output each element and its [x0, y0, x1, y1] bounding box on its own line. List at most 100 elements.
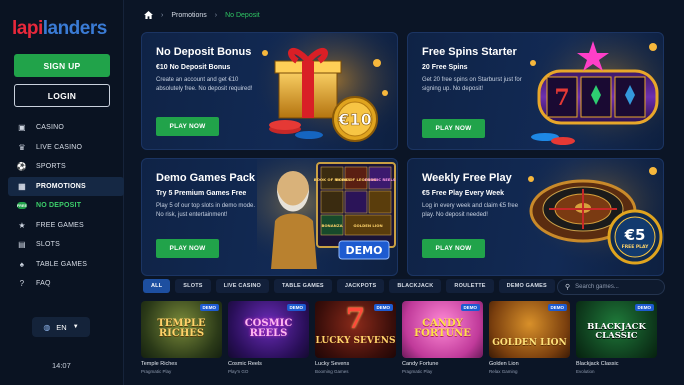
sidebar-item-faq[interactable]: ? FAQ — [8, 274, 124, 294]
sidebar-item-label: CASINO — [36, 124, 65, 132]
question-icon: ? — [19, 279, 25, 289]
promo-subtitle: 20 Free Spins — [422, 64, 468, 71]
search-input[interactable]: ⚲ Search games... — [557, 279, 665, 295]
demo-badge: DEMO — [547, 304, 567, 311]
game-tile-lucky-sevens[interactable]: DEMO 7 LUCKY SEVENS Lucky Sevens Booming… — [315, 301, 396, 374]
demo-badge: DEMO — [286, 304, 306, 311]
breadcrumb-promotions[interactable]: Promotions — [171, 12, 206, 19]
filter-table-games[interactable]: TABLE GAMES — [273, 279, 332, 293]
play-now-button[interactable]: PLAY NOW — [156, 239, 219, 258]
game-thumbnail[interactable]: DEMO COSMIC REELS — [228, 301, 309, 358]
play-now-button[interactable]: PLAY NOW — [422, 119, 485, 138]
slot-machine-art: 7 — [523, 33, 663, 149]
promo-title: Demo Games Pack — [156, 172, 256, 184]
game-thumbnail[interactable]: DEMO 7 LUCKY SEVENS — [315, 301, 396, 358]
demo-badge: DEMO — [460, 304, 480, 311]
filter-blackjack[interactable]: BLACKJACK — [389, 279, 442, 293]
chevron-down-icon: ▼ — [72, 324, 79, 330]
promo-card-weekly-free-play[interactable]: €5 FREE PLAY Weekly Free Play €5 Free Pl… — [407, 158, 664, 276]
promo-description: Play 5 of our top slots in demo mode. No… — [156, 203, 256, 218]
game-tile-cosmic-reels[interactable]: DEMO COSMIC REELS Cosmic Reels Play'n GO — [228, 301, 309, 374]
game-thumbnail[interactable]: DEMO BLACKJACK CLASSIC — [576, 301, 657, 358]
promo-title: Weekly Free Play — [422, 172, 512, 184]
promo-title: Free Spins Starter — [422, 46, 517, 58]
ten-euro-coin-text: €10 — [337, 110, 371, 129]
game-name: Blackjack Classic — [576, 361, 619, 367]
filter-roulette[interactable]: ROULETTE — [446, 279, 494, 293]
brand-logo[interactable]: lapilanders — [12, 18, 107, 40]
game-art-title: CANDY FORTUNE — [414, 318, 471, 339]
promo-title: No Deposit Bonus — [156, 46, 252, 58]
promo-card-demo-games-pack[interactable]: BOOK OF RICHES BOOK OF LEGENDS COSMIC RE… — [141, 158, 398, 276]
sidebar-item-label: SLOTS — [36, 241, 60, 249]
game-name: Lucky Sevens — [315, 361, 350, 367]
slots-icon: ▤ — [18, 240, 26, 250]
gift-box-art: €10 — [257, 33, 397, 149]
signup-button[interactable]: SIGN UP — [14, 54, 110, 77]
game-art-title: GOLDEN LION — [492, 338, 567, 348]
free-badge-icon: FREE — [16, 202, 28, 210]
sidebar-item-label: FREE GAMES — [36, 221, 84, 229]
game-thumbnail[interactable]: DEMO CANDY FORTUNE — [402, 301, 483, 358]
promo-card-no-deposit-bonus[interactable]: €10 No Deposit Bonus €10 No Deposit Bonu… — [141, 32, 398, 150]
filter-all[interactable]: ALL — [143, 279, 171, 293]
slot-machine-icon: ▣ — [18, 123, 26, 133]
game-name: Temple Riches — [141, 361, 178, 367]
filter-slots[interactable]: SLOTS — [175, 279, 211, 293]
tile-bonanza: BONANZA — [321, 223, 342, 228]
play-now-button[interactable]: PLAY NOW — [422, 239, 485, 258]
sidebar-item-promotions[interactable]: ▦ PROMOTIONS — [8, 176, 124, 196]
sidebar-item-no-deposit[interactable]: FREE NO DEPOSIT — [8, 196, 124, 216]
home-icon[interactable] — [144, 11, 153, 19]
breadcrumb-separator: › — [214, 11, 218, 19]
game-provider: Pragmatic Play — [141, 369, 172, 374]
game-art-title: TEMPLE RICHES — [157, 318, 206, 339]
promo-card-free-spins-starter[interactable]: 7 Free Spins Starter 20 Free Spins Get 2… — [407, 32, 664, 150]
sidebar-item-free-games[interactable]: ★ FREE GAMES — [8, 216, 124, 236]
search-placeholder: Search games... — [575, 284, 619, 290]
filter-jackpots[interactable]: JACKPOTS — [336, 279, 385, 293]
game-provider: Relax Gaming — [489, 369, 518, 374]
game-tile-blackjack-classic[interactable]: DEMO BLACKJACK CLASSIC Blackjack Classic… — [576, 301, 657, 374]
sidebar-item-label: FAQ — [36, 280, 51, 288]
login-button[interactable]: LOGIN — [14, 84, 110, 107]
promo-subtitle: €10 No Deposit Bonus — [156, 64, 231, 71]
tile-golden-lion: GOLDEN LION — [353, 223, 382, 228]
game-name: Candy Fortune — [402, 361, 439, 367]
search-icon: ⚲ — [565, 284, 571, 291]
sidebar-item-label: SPORTS — [36, 163, 66, 171]
game-name: Cosmic Reels — [228, 361, 262, 367]
tile-cosmic-reels: COSMIC REELS — [364, 177, 396, 182]
language-selector[interactable]: ◍ EN ▼ — [32, 317, 90, 337]
game-provider: Play'n GO — [228, 369, 249, 374]
sidebar-item-label: PROMOTIONS — [36, 182, 86, 190]
dealer-icon: ♛ — [18, 142, 26, 152]
promo-description: Create an account and get €10 absolutely… — [156, 77, 253, 92]
spade-icon: ♠ — [19, 259, 25, 269]
sidebar-item-slots[interactable]: ▤ SLOTS — [8, 235, 124, 255]
filter-live-casino[interactable]: LIVE CASINO — [215, 279, 269, 293]
sidebar-item-label: NO DEPOSIT — [36, 202, 82, 210]
game-art-title: COSMIC REELS — [244, 318, 293, 339]
sidebar: lapilanders SIGN UP LOGIN ▣ CASINO ♛ LIV… — [0, 0, 124, 385]
game-thumbnail[interactable]: DEMO TEMPLE RICHES — [141, 301, 222, 358]
sidebar-item-live-casino[interactable]: ♛ LIVE CASINO — [8, 138, 124, 158]
seven-symbol: 7 — [554, 85, 569, 111]
sidebar-item-sports[interactable]: ⚽ SPORTS — [8, 157, 124, 177]
game-tile-temple-riches[interactable]: DEMO TEMPLE RICHES Temple Riches Pragmat… — [141, 301, 222, 374]
five-euro-chip-text: €5 — [624, 226, 646, 244]
promo-description: Get 20 free spins on Starburst just for … — [422, 77, 522, 92]
breadcrumb: › Promotions › No Deposit — [144, 11, 260, 19]
globe-icon: ◍ — [43, 322, 51, 332]
filter-demo-games[interactable]: DEMO GAMES — [498, 279, 555, 293]
demo-badge-text: DEMO — [346, 244, 383, 257]
game-tile-golden-lion[interactable]: DEMO GOLDEN LION Golden Lion Relax Gamin… — [489, 301, 570, 374]
game-thumbnail[interactable]: DEMO GOLDEN LION — [489, 301, 570, 358]
demo-badge: DEMO — [634, 304, 654, 311]
game-tile-candy-fortune[interactable]: DEMO CANDY FORTUNE Candy Fortune Pragmat… — [402, 301, 483, 374]
sidebar-item-label: LIVE CASINO — [36, 143, 83, 151]
sidebar-item-table-games[interactable]: ♠ TABLE GAMES — [8, 255, 124, 275]
play-now-button[interactable]: PLAY NOW — [156, 117, 219, 136]
roulette-art: €5 FREE PLAY — [523, 159, 663, 275]
sidebar-item-casino[interactable]: ▣ CASINO — [8, 118, 124, 138]
